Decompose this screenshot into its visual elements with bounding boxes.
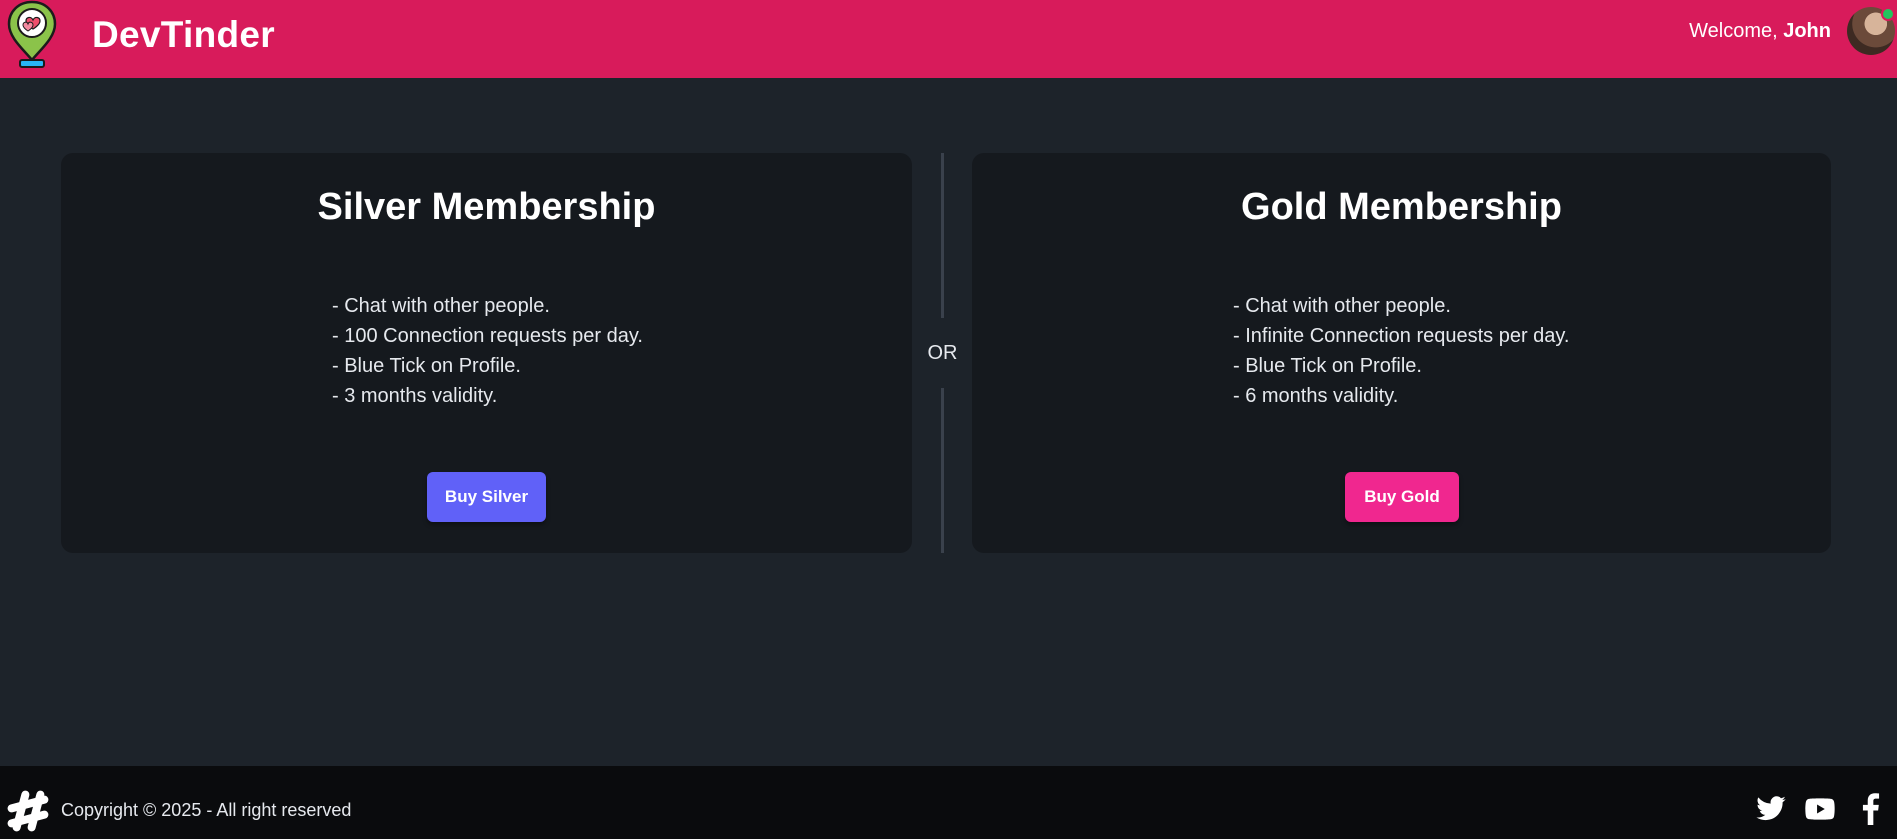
feature-item: - 3 months validity. bbox=[332, 385, 498, 407]
silver-card-title: Silver Membership bbox=[317, 186, 656, 228]
hashtag-logo-icon bbox=[7, 790, 49, 832]
copyright-text: Copyright © 2025 - All right reserved bbox=[61, 800, 352, 820]
feature-item: - Chat with other people. bbox=[1233, 295, 1451, 317]
divider-or-text: OR bbox=[927, 342, 958, 364]
footer: Copyright © 2025 - All right reserved bbox=[0, 766, 1897, 839]
gold-membership-card: Gold Membership - Chat with other people… bbox=[972, 153, 1831, 553]
silver-membership-card: Silver Membership - Chat with other peop… bbox=[61, 153, 912, 553]
feature-item: - Infinite Connection requests per day. bbox=[1233, 325, 1570, 347]
location-heart-logo-icon[interactable] bbox=[6, 0, 58, 70]
welcome-text: Welcome, John bbox=[1689, 20, 1831, 43]
welcome-prefix: Welcome, bbox=[1689, 20, 1784, 42]
buy-gold-button[interactable]: Buy Gold bbox=[1345, 472, 1459, 522]
twitter-icon[interactable] bbox=[1755, 793, 1787, 825]
navbar: DevTinder Welcome, John bbox=[0, 0, 1897, 78]
feature-item: - Chat with other people. bbox=[332, 295, 550, 317]
online-status-dot bbox=[1881, 7, 1895, 21]
gold-card-title: Gold Membership bbox=[1241, 186, 1562, 228]
divider-line-top bbox=[941, 153, 944, 318]
user-name: John bbox=[1783, 20, 1831, 42]
brand-name[interactable]: DevTinder bbox=[92, 14, 275, 56]
buy-silver-button[interactable]: Buy Silver bbox=[427, 472, 546, 522]
silver-feature-list: - Chat with other people. - 100 Connecti… bbox=[332, 291, 643, 411]
feature-item: - 100 Connection requests per day. bbox=[332, 325, 643, 347]
youtube-icon[interactable] bbox=[1804, 793, 1836, 825]
gold-feature-list: - Chat with other people. - Infinite Con… bbox=[1233, 291, 1569, 411]
divider-line-bottom bbox=[941, 388, 944, 553]
feature-item: - Blue Tick on Profile. bbox=[332, 355, 521, 377]
feature-item: - 6 months validity. bbox=[1233, 385, 1399, 407]
facebook-icon[interactable] bbox=[1857, 793, 1883, 825]
feature-item: - Blue Tick on Profile. bbox=[1233, 355, 1422, 377]
